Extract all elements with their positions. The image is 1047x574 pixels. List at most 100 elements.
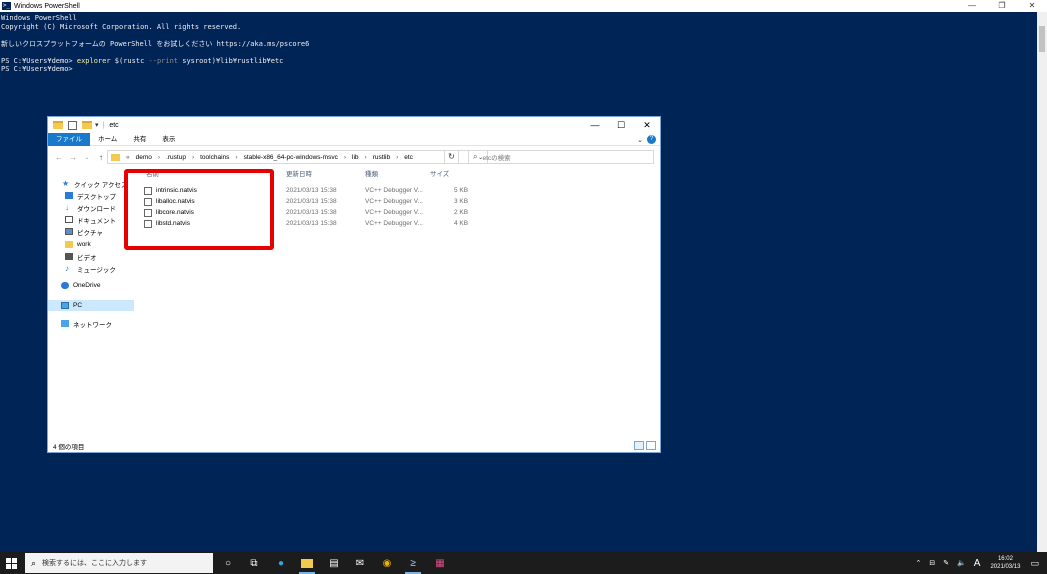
nav-item-network[interactable]: ネットワーク	[48, 318, 134, 329]
minimize-button[interactable]: —	[582, 117, 608, 133]
tab-home[interactable]: ホーム	[90, 133, 125, 146]
network-status-icon[interactable]: ⊟	[929, 559, 935, 567]
system-tray: ⌃ ⊟ ✎ 🔈 A 16:02 2021/03/13 ▭	[911, 552, 1047, 574]
start-button[interactable]	[0, 552, 22, 574]
nav-label: デスクトップ	[77, 193, 116, 201]
forward-button[interactable]: →	[66, 153, 80, 162]
powershell-taskbar-icon[interactable]: ≥	[405, 555, 421, 574]
new-folder-icon[interactable]	[82, 121, 92, 129]
document-icon	[65, 216, 73, 223]
file-explorer-icon[interactable]	[299, 555, 315, 574]
taskbar-search[interactable]: ⌕ 検索するには、ここに入力します	[25, 553, 213, 573]
show-hidden-icons-icon[interactable]: ⌃	[915, 559, 921, 567]
quick-access-dropdown-icon[interactable]: ▾	[95, 121, 99, 129]
file-size: 5 KB	[454, 187, 469, 194]
back-button[interactable]: ←	[52, 153, 66, 162]
ribbon-right: ⌄ ?	[637, 135, 656, 144]
nav-item-pc[interactable]: PC	[48, 300, 134, 311]
store-icon[interactable]: ▤	[326, 555, 342, 571]
breadcrumb-stable[interactable]: stable-x86_64-pc-windows-msvc	[244, 154, 338, 161]
explorer-window-controls: — ☐ ✕	[582, 117, 660, 133]
column-header-type[interactable]: 種類	[365, 169, 378, 181]
expand-ribbon-icon[interactable]: ⌄	[637, 136, 643, 144]
file-date: 2021/03/13 15:38	[286, 220, 337, 227]
nav-item-onedrive[interactable]: OneDrive	[48, 280, 134, 291]
file-type: VC++ Debugger V...	[365, 209, 423, 216]
breadcrumb-separator: ›	[396, 153, 399, 161]
breadcrumb-rustlib[interactable]: rustlib	[373, 154, 390, 161]
column-header-size[interactable]: サイズ	[430, 169, 449, 181]
highlight-annotation	[124, 169, 274, 250]
nav-item-music[interactable]: ♪ ミュージック	[48, 263, 134, 274]
pc-icon	[61, 302, 69, 309]
search-placeholder: etcの検索	[482, 155, 511, 162]
breadcrumb-separator: ›	[157, 153, 161, 161]
pen-icon[interactable]: ✎	[943, 559, 949, 567]
help-icon[interactable]: ?	[647, 135, 656, 144]
scrollbar-thumb[interactable]	[1039, 26, 1045, 52]
powershell-titlebar[interactable]: >_ Windows PowerShell — ❐ ✕	[0, 0, 1047, 12]
nav-item-work[interactable]: work	[48, 239, 134, 250]
notification-icon[interactable]: ▭	[1030, 558, 1039, 569]
task-view-icon[interactable]: ⧉	[246, 555, 262, 571]
clock-date: 2021/03/13	[990, 564, 1021, 570]
file-size: 3 KB	[454, 198, 469, 205]
refresh-button[interactable]: ↻	[444, 150, 459, 164]
nav-item-pictures[interactable]: ピクチャ	[48, 226, 134, 237]
nav-item-documents[interactable]: ドキュメント	[48, 214, 134, 225]
tab-share[interactable]: 共有	[125, 133, 154, 146]
volume-icon[interactable]: 🔈	[957, 559, 966, 567]
navigation-pane: ★ クイック アクセス デスクトップ ↓ ダウンロード ドキュメント ピクチャ …	[48, 169, 134, 439]
music-icon: ♪	[65, 264, 69, 273]
tab-view[interactable]: 表示	[154, 133, 183, 146]
breadcrumb-separator: ›	[343, 153, 347, 161]
nav-item-downloads[interactable]: ↓ ダウンロード	[48, 202, 134, 213]
recent-locations-icon[interactable]: ⌄	[80, 154, 94, 161]
breadcrumb-demo[interactable]: demo	[136, 154, 152, 161]
minimize-button[interactable]: —	[957, 0, 987, 12]
status-bar: 4 個の項目	[48, 440, 660, 452]
restore-button[interactable]: ❐	[987, 0, 1017, 12]
large-icons-view-button[interactable]	[646, 441, 656, 450]
up-button[interactable]: ↑	[94, 153, 108, 162]
file-type: VC++ Debugger V...	[365, 198, 423, 205]
breadcrumb-toolchains[interactable]: toolchains	[200, 154, 229, 161]
breadcrumb-separator: ›	[364, 153, 367, 161]
clock[interactable]: 16:02 2021/03/13	[990, 555, 1020, 571]
nav-item-desktop[interactable]: デスクトップ	[48, 190, 134, 201]
breadcrumb-overflow[interactable]: «	[126, 154, 130, 161]
properties-icon[interactable]	[68, 120, 77, 130]
nav-label: ミュージック	[77, 266, 116, 274]
address-bar[interactable]: « demo › .rustup › toolchains › stable-x…	[107, 150, 488, 164]
taskbar-search-placeholder: 検索するには、ここに入力します	[42, 560, 148, 567]
column-header-date[interactable]: 更新日時	[286, 169, 312, 181]
file-type: VC++ Debugger V...	[365, 220, 423, 227]
breadcrumb-lib[interactable]: lib	[352, 154, 359, 161]
search-input[interactable]: ⌕ etcの検索	[468, 150, 654, 164]
breadcrumb-etc[interactable]: etc	[404, 154, 413, 161]
powershell-console[interactable]: Windows PowerShell Copyright (C) Microso…	[1, 14, 1031, 74]
nav-label: クイック アクセス	[74, 181, 128, 189]
star-icon: ★	[62, 179, 70, 188]
breadcrumb-rustup[interactable]: .rustup	[166, 154, 186, 161]
cortana-icon[interactable]: ○	[220, 555, 236, 571]
details-view-button[interactable]	[634, 441, 644, 450]
close-button[interactable]: ✕	[634, 117, 660, 133]
network-icon	[61, 320, 69, 327]
mail-icon[interactable]: ✉	[352, 555, 368, 571]
nav-item-videos[interactable]: ビデオ	[48, 251, 134, 262]
edge-icon[interactable]: ●	[273, 555, 289, 571]
maximize-button[interactable]: ☐	[608, 117, 634, 133]
app-icon[interactable]: ▦	[432, 555, 448, 571]
chrome-icon[interactable]: ◉	[379, 555, 395, 571]
close-button[interactable]: ✕	[1017, 0, 1047, 12]
explorer-titlebar[interactable]: ▾ | etc — ☐ ✕	[48, 117, 660, 133]
search-icon: ⌕	[31, 557, 37, 568]
nav-label: ダウンロード	[77, 205, 116, 213]
picture-icon	[65, 228, 73, 235]
nav-label: ピクチャ	[77, 229, 103, 237]
powershell-scrollbar[interactable]	[1037, 12, 1047, 552]
tab-file[interactable]: ファイル	[48, 132, 90, 146]
ime-indicator[interactable]: A	[974, 558, 981, 569]
nav-item-quick-access[interactable]: ★ クイック アクセス	[48, 178, 134, 189]
